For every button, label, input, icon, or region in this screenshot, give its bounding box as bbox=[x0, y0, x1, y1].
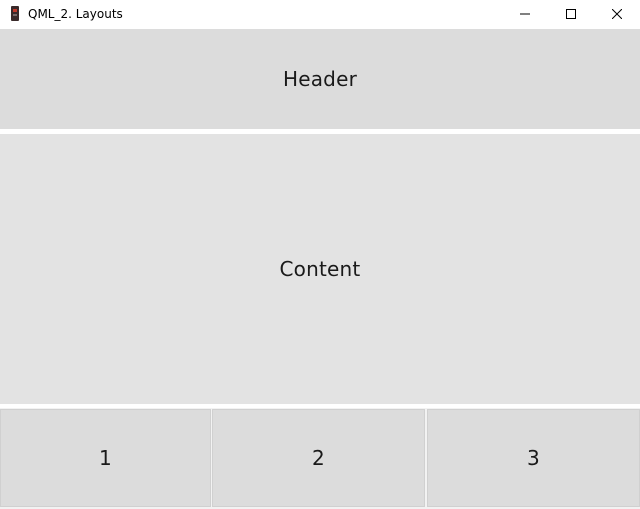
minimize-button[interactable] bbox=[502, 0, 548, 28]
header-label: Header bbox=[282, 67, 358, 91]
footer-row: 1 2 3 bbox=[0, 408, 640, 509]
footer-button-label: 3 bbox=[527, 446, 540, 470]
qml-app-icon bbox=[9, 6, 21, 21]
app-window: QML_2. Layouts Header Content 1 2 3 bbox=[0, 0, 640, 509]
content-panel: Content bbox=[0, 134, 640, 404]
footer-button-2[interactable]: 2 bbox=[212, 409, 425, 507]
minimize-icon bbox=[520, 13, 530, 15]
close-button[interactable] bbox=[594, 0, 640, 28]
footer-button-label: 2 bbox=[312, 446, 325, 470]
footer-button-label: 1 bbox=[99, 446, 112, 470]
footer-button-1[interactable]: 1 bbox=[0, 409, 211, 507]
content-label: Content bbox=[279, 257, 361, 281]
maximize-button[interactable] bbox=[548, 0, 594, 28]
client-area: Header Content 1 2 3 bbox=[0, 29, 640, 509]
title-bar[interactable]: QML_2. Layouts bbox=[0, 0, 640, 28]
header-panel: Header bbox=[0, 29, 640, 129]
window-title: QML_2. Layouts bbox=[28, 7, 123, 21]
close-icon bbox=[612, 9, 622, 19]
maximize-icon bbox=[566, 9, 576, 19]
footer-button-3[interactable]: 3 bbox=[427, 409, 640, 507]
